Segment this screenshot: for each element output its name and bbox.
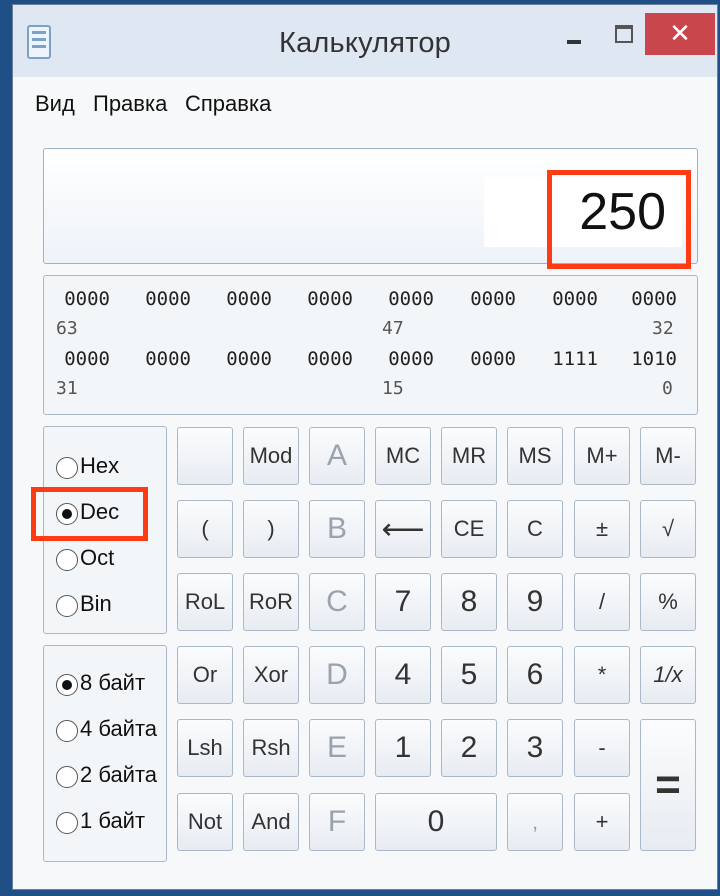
radio-circle [56,457,78,479]
bit-group: 0000 [145,288,191,310]
m-minus-button[interactable]: M- [640,427,696,485]
title-bar: Калькулятор ✕ [13,5,717,77]
menu-help[interactable]: Справка [185,91,271,117]
bit-group: 0000 [307,348,353,370]
hex-e-button[interactable]: E [309,719,365,777]
mr-button[interactable]: MR [441,427,497,485]
hex-a-button[interactable]: A [309,427,365,485]
hex-b-button[interactable]: B [309,500,365,558]
bit-group: 0000 [307,288,353,310]
hex-c-button[interactable]: C [309,573,365,631]
bit-group: 0000 [470,288,516,310]
binary-panel: 0000 0000 0000 0000 0000 0000 0000 0000 … [43,275,698,415]
bit-index: 63 [56,318,78,339]
word-size-panel: 8 байт 4 байта 2 байта 1 байт [43,645,167,862]
ms-button[interactable]: MS [507,427,563,485]
bit-group: 0000 [226,288,272,310]
bit-group: 0000 [388,348,434,370]
digit-8-button[interactable]: 8 [441,573,497,631]
calculator-window: Калькулятор ✕ Вид Правка Справка 250 000… [12,4,718,890]
digit-9-button[interactable]: 9 [507,573,563,631]
mc-button[interactable]: MC [375,427,431,485]
bit-group: 0000 [631,288,677,310]
bit-index: 31 [56,378,78,399]
menu-edit[interactable]: Правка [93,91,167,117]
bit-group: 0000 [552,288,598,310]
radio-circle [56,595,78,617]
clear-button[interactable]: C [507,500,563,558]
close-paren-button[interactable]: ) [243,500,299,558]
menu-view[interactable]: Вид [35,91,75,117]
minimize-icon [567,40,581,44]
m-plus-button[interactable]: M+ [574,427,630,485]
bit-group: 0000 [64,288,110,310]
minimize-button[interactable] [553,15,593,55]
decimal-comma-button[interactable]: , [507,793,563,851]
rsh-button[interactable]: Rsh [243,719,299,777]
hex-f-button[interactable]: F [309,793,365,851]
bit-group: 0000 [470,348,516,370]
ce-button[interactable]: CE [441,500,497,558]
digit-5-button[interactable]: 5 [441,646,497,704]
digit-0-button[interactable]: 0 [375,793,497,851]
plus-minus-button[interactable]: ± [574,500,630,558]
digit-2-button[interactable]: 2 [441,719,497,777]
close-icon: ✕ [669,18,691,48]
not-button[interactable]: Not [177,793,233,851]
xor-button[interactable]: Xor [243,646,299,704]
maximize-button[interactable] [603,15,643,55]
dec-highlight [31,487,148,541]
hex-d-button[interactable]: D [309,646,365,704]
bit-group: 1010 [631,348,677,370]
digit-4-button[interactable]: 4 [375,646,431,704]
minus-button[interactable]: - [574,719,630,777]
bit-group: 0000 [226,348,272,370]
multiply-button[interactable]: * [574,646,630,704]
bit-group: 0000 [388,288,434,310]
radio-circle [56,549,78,571]
menu-bar: Вид Правка Справка [13,83,717,123]
maximize-icon [615,25,633,43]
backspace-arrow-icon: ⟵ [381,512,425,546]
radio-circle-checked [56,674,78,696]
ror-button[interactable]: RoR [243,573,299,631]
or-button[interactable]: Or [177,646,233,704]
radio-circle [56,766,78,788]
equals-button[interactable]: = [640,719,696,851]
rol-button[interactable]: RoL [177,573,233,631]
plus-button[interactable]: + [574,793,630,851]
bit-index: 47 [382,318,404,339]
digit-6-button[interactable]: 6 [507,646,563,704]
bit-group: 0000 [145,348,191,370]
bit-group: 0000 [64,348,110,370]
percent-button[interactable]: % [640,573,696,631]
and-button[interactable]: And [243,793,299,851]
mod-button[interactable]: Mod [243,427,299,485]
radio-circle [56,720,78,742]
digit-7-button[interactable]: 7 [375,573,431,631]
open-paren-button[interactable]: ( [177,500,233,558]
blank-key [177,427,233,485]
bit-index: 15 [382,378,404,399]
sqrt-button[interactable]: √ [640,500,696,558]
close-button[interactable]: ✕ [645,13,715,55]
bit-index: 32 [652,318,674,339]
divide-button[interactable]: / [574,573,630,631]
backspace-button[interactable]: ⟵ [375,500,431,558]
digit-1-button[interactable]: 1 [375,719,431,777]
bit-group: 1111 [552,348,598,370]
display-highlight [547,170,691,269]
radio-circle [56,812,78,834]
reciprocal-button[interactable]: 1/x [640,646,696,704]
digit-3-button[interactable]: 3 [507,719,563,777]
bit-index: 0 [662,378,673,399]
lsh-button[interactable]: Lsh [177,719,233,777]
